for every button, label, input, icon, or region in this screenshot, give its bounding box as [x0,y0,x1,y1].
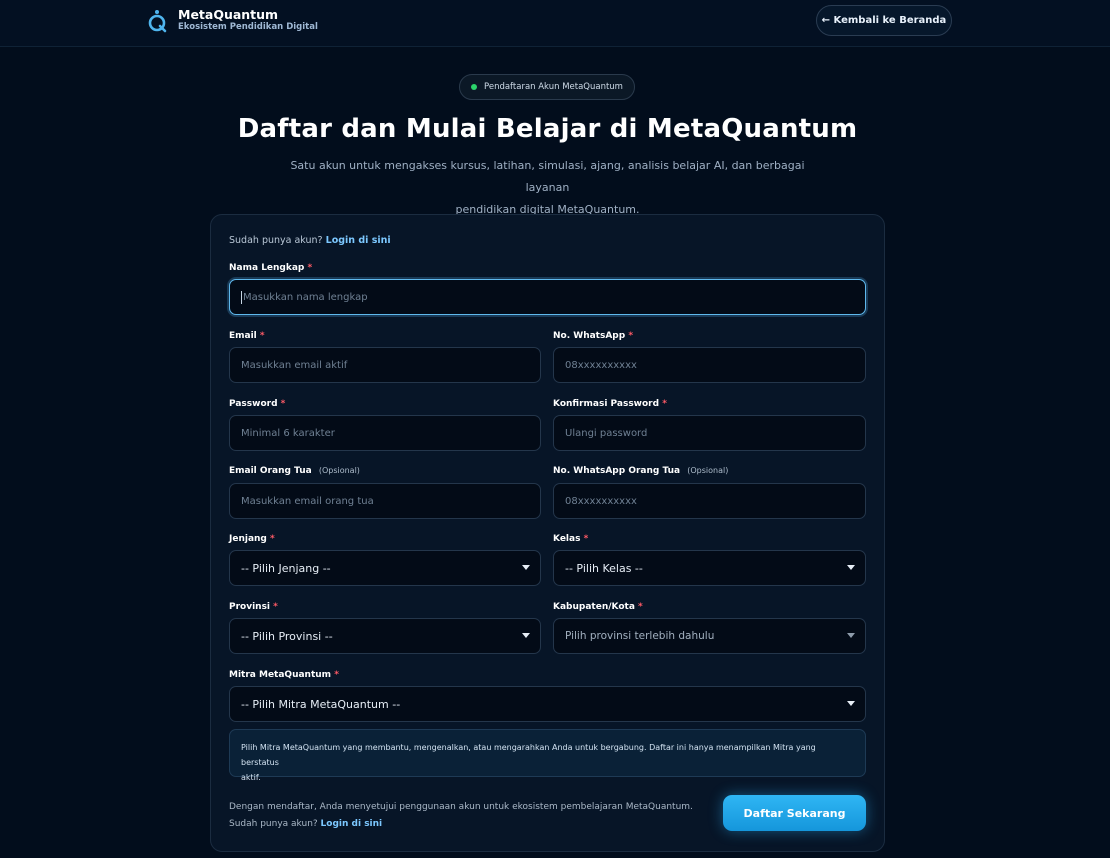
register-submit-button[interactable]: Daftar Sekarang [723,795,866,831]
kabupaten-label-text: Kabupaten/Kota [553,602,635,612]
parent-email-label: Email Orang Tua (Opsional) [229,466,360,476]
metaquantum-logo-icon [148,9,167,32]
required-mark: * [628,331,634,341]
top-navbar: MetaQuantum Ekosistem Pendidikan Digital… [0,0,1110,47]
brand-tagline: Ekosistem Pendidikan Digital [178,22,318,32]
login-link[interactable]: Login di sini [326,235,391,246]
registration-form-card: Sudah punya akun? Login di sini Nama Len… [210,214,885,852]
kelas-label: Kelas * [553,534,588,544]
caret-down-icon [847,565,855,570]
kabupaten-select[interactable]: Pilih provinsi terlebih dahulu [553,618,866,654]
required-mark: * [638,602,643,612]
caret-down-icon [847,633,855,638]
optional-mark: (Opsional) [318,466,360,475]
parent-email-label-text: Email Orang Tua [229,466,312,476]
mitra-label-text: Mitra MetaQuantum [229,670,332,680]
password-input[interactable]: Minimal 6 karakter [229,415,541,451]
required-mark: * [583,534,589,544]
email-input[interactable]: Masukkan email aktif [229,347,541,383]
confirm-password-placeholder: Ulangi password [565,427,648,439]
kelas-label-text: Kelas [553,534,581,544]
caret-down-icon [522,565,530,570]
mitra-info-box: Pilih Mitra MetaQuantum yang membantu, m… [229,729,866,782]
confirm-password-label: Konfirmasi Password * [553,399,667,409]
required-mark: * [259,331,265,341]
password-placeholder: Minimal 6 karakter [241,427,335,439]
password-label: Password * [229,399,285,409]
required-mark: * [662,399,667,409]
jenjang-label-text: Jenjang [229,534,267,544]
parent-email-input[interactable]: Masukkan email orang tua [229,483,541,519]
kabupaten-select-value: Pilih provinsi terlebih dahulu [565,630,715,642]
registration-badge-label: Pendaftaran Akun MetaQuantum [484,82,623,92]
footer-login-link[interactable]: Login di sini [321,819,383,829]
mitra-select-value: -- Pilih Mitra MetaQuantum -- [241,697,401,711]
password-label-text: Password [229,399,278,409]
nama-label-text: Nama Lengkap [229,263,305,273]
full-name-placeholder: Masukkan nama lengkap [243,291,368,303]
brand-name: MetaQuantum [178,7,279,22]
email-placeholder: Masukkan email aktif [241,359,348,371]
whatsapp-input[interactable]: 08xxxxxxxxxx [553,347,866,383]
parent-whatsapp-label: No. WhatsApp Orang Tua (Opsional) [553,466,728,476]
caret-down-icon [847,701,855,706]
parent-email-placeholder: Masukkan email orang tua [241,495,374,507]
confirm-password-label-text: Konfirmasi Password [553,399,660,409]
page-subtitle: Satu akun untuk mengakses kursus, latiha… [270,155,825,221]
provinsi-label-text: Provinsi [229,602,271,612]
whatsapp-label: No. WhatsApp * [553,331,633,341]
whatsapp-label-text: No. WhatsApp [553,331,626,341]
required-mark: * [280,399,286,409]
required-mark: * [334,670,339,680]
parent-whatsapp-input[interactable]: 08xxxxxxxxxx [553,483,866,519]
have-account-text: Sudah punya akun? Login di sini [229,235,391,246]
jenjang-label: Jenjang * [229,534,275,544]
registration-badge: Pendaftaran Akun MetaQuantum [459,74,635,100]
provinsi-select-value: -- Pilih Provinsi -- [241,629,333,643]
confirm-password-input[interactable]: Ulangi password [553,415,866,451]
jenjang-select-value: -- Pilih Jenjang -- [241,561,331,575]
nama-label: Nama Lengkap * [229,263,312,273]
page-title: Daftar dan Mulai Belajar di MetaQuantum [237,114,858,144]
footer-have-account: Sudah punya akun? Login di sini [229,816,693,833]
email-label: Email * [229,331,265,341]
parent-whatsapp-label-text: No. WhatsApp Orang Tua [553,466,681,476]
required-mark: * [307,263,313,273]
form-footer: Dengan mendaftar, Anda menyetujui penggu… [229,799,693,833]
have-account-prompt: Sudah punya akun? [229,235,323,246]
mitra-info-line-2: aktif. [241,773,261,782]
provinsi-select[interactable]: -- Pilih Provinsi -- [229,618,541,654]
required-mark: * [273,602,278,612]
full-name-input[interactable]: Masukkan nama lengkap [229,279,866,315]
email-label-text: Email [229,331,257,341]
brand[interactable]: MetaQuantum Ekosistem Pendidikan Digital [146,8,318,33]
provinsi-label: Provinsi * [229,602,278,612]
mitra-label: Mitra MetaQuantum * [229,670,339,680]
text-caret [241,290,242,304]
kelas-select-value: -- Pilih Kelas -- [565,561,643,575]
parent-whatsapp-placeholder: 08xxxxxxxxxx [565,495,637,507]
whatsapp-placeholder: 08xxxxxxxxxx [565,359,637,371]
agreement-text: Dengan mendaftar, Anda menyetujui penggu… [229,802,693,812]
kabupaten-label: Kabupaten/Kota * [553,602,643,612]
required-mark: * [270,534,275,544]
jenjang-select[interactable]: -- Pilih Jenjang -- [229,550,541,586]
caret-down-icon [522,633,530,638]
mitra-select[interactable]: -- Pilih Mitra MetaQuantum -- [229,686,866,722]
back-to-home-button[interactable]: ← Kembali ke Beranda [816,5,952,36]
optional-mark: (Opsional) [687,466,729,475]
kelas-select[interactable]: -- Pilih Kelas -- [553,550,866,586]
page-subtitle-line-1: Satu akun untuk mengakses kursus, latiha… [290,159,805,194]
footer-have-account-prompt: Sudah punya akun? [229,819,318,829]
status-dot-icon [471,84,478,90]
mitra-info-line-1: Pilih Mitra MetaQuantum yang membantu, m… [241,743,816,767]
